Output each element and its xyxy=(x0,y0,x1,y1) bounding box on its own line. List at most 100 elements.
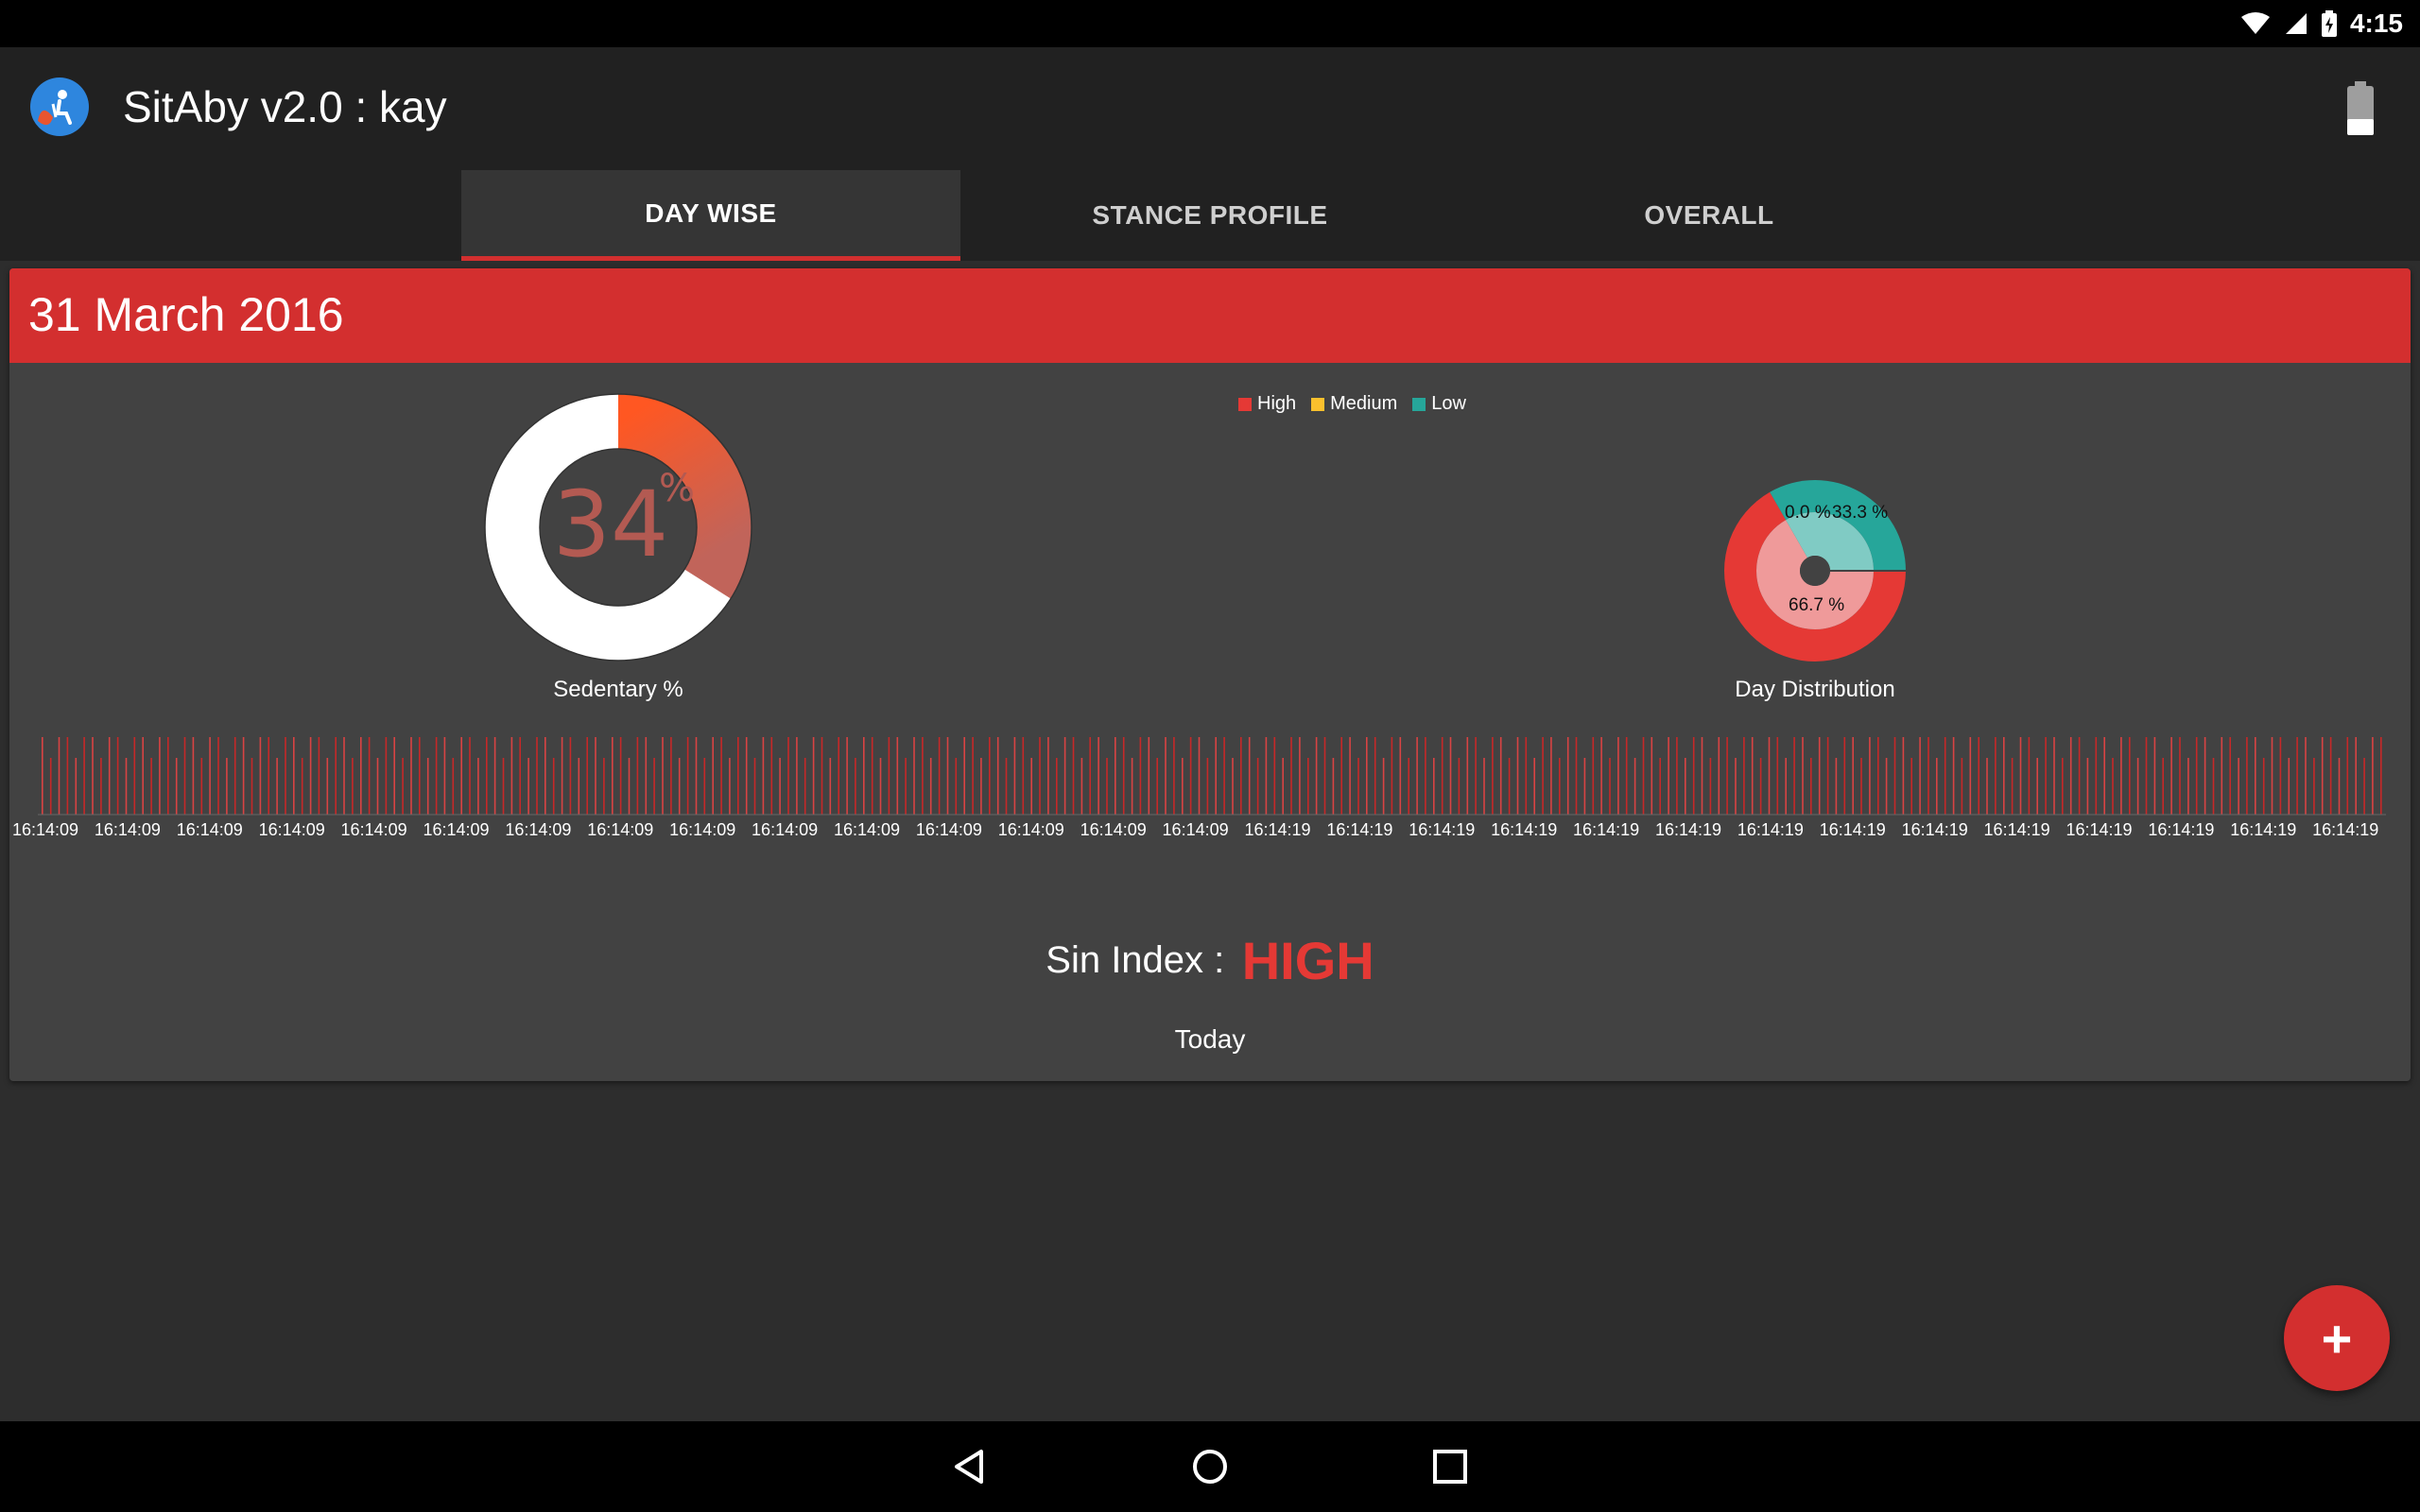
timeline-bar xyxy=(477,758,479,815)
timeline-bar xyxy=(443,737,446,815)
timeline-bar xyxy=(83,737,85,815)
tab-day-wise[interactable]: DAY WISE xyxy=(461,170,960,261)
timeline-bar xyxy=(276,758,278,815)
timeline-bar xyxy=(75,758,78,815)
timeline-bar xyxy=(2179,737,2181,815)
sedentary-gauge: 34 % xyxy=(484,393,752,662)
timeline-bar xyxy=(2078,737,2081,815)
timeline-bar xyxy=(1416,737,1418,815)
sitaby-logo-icon xyxy=(30,77,89,136)
home-icon[interactable] xyxy=(1185,1442,1235,1491)
timeline-bar xyxy=(612,737,614,815)
timeline-bar xyxy=(1139,737,1142,815)
pie-label-low: 33.3 % xyxy=(1832,503,1888,523)
timeline-bar xyxy=(1559,758,1561,815)
timeline-bar xyxy=(2262,758,2265,815)
timeline-bar xyxy=(1080,758,1083,815)
timeline-bar xyxy=(737,737,739,815)
timeline-bar xyxy=(251,758,253,815)
timeline-bar xyxy=(1215,737,1217,815)
timeline-bar xyxy=(938,737,941,815)
timeline-bar xyxy=(1533,758,1535,815)
timeline-bar xyxy=(1063,737,1066,815)
timeline-bar xyxy=(1759,758,1762,815)
timeline-bar xyxy=(1115,737,1116,815)
timeline-bar xyxy=(2288,758,2290,815)
timeline-bar xyxy=(209,737,211,815)
timeline-bar xyxy=(762,737,765,815)
sin-index: Sin Index : HIGH xyxy=(9,930,2411,991)
timeline-bar xyxy=(376,758,379,815)
timeline-bar xyxy=(1240,737,1242,815)
timeline-tick-label: 16:14:09 xyxy=(505,820,571,839)
timeline-bar xyxy=(1776,737,1779,815)
timeline-bar xyxy=(1802,737,1804,815)
timeline-bar xyxy=(1256,758,1259,815)
timeline-bar xyxy=(150,758,152,815)
timeline-bar xyxy=(2329,737,2332,815)
timeline-bar xyxy=(1735,758,1737,815)
timeline-bar xyxy=(285,737,286,815)
timeline-bar xyxy=(645,737,648,815)
timeline-bar xyxy=(301,758,303,815)
timeline-bar xyxy=(1927,737,1929,815)
timeline-bar xyxy=(1961,758,1963,815)
timeline-bar xyxy=(1182,758,1184,815)
timeline-bar xyxy=(116,737,119,815)
battery-icon[interactable] xyxy=(2346,81,2375,136)
timeline-bar xyxy=(159,737,161,815)
add-button[interactable]: + xyxy=(2284,1285,2390,1391)
timeline-bar xyxy=(192,737,195,815)
timeline-bar xyxy=(2271,737,2273,815)
timeline-bar xyxy=(1273,737,1276,815)
timeline-bar xyxy=(2246,737,2248,815)
timeline-bar xyxy=(829,758,832,815)
timeline-bar xyxy=(821,737,823,815)
back-icon[interactable] xyxy=(945,1442,994,1491)
timeline-bar xyxy=(293,737,295,815)
timeline-bar xyxy=(2036,758,2038,815)
timeline-tick-label: 16:14:09 xyxy=(916,820,982,839)
distribution-legend: High Medium Low xyxy=(1238,393,1466,415)
timeline-bar xyxy=(871,737,873,815)
timeline-bar xyxy=(493,737,496,815)
timeline-bar xyxy=(2229,737,2231,815)
timeline-bar xyxy=(996,737,999,815)
timeline-tick-label: 16:14:09 xyxy=(998,820,1064,839)
timeline-bar xyxy=(536,737,538,815)
timeline-bar xyxy=(1122,737,1125,815)
timeline-bar xyxy=(183,737,186,815)
timeline-bar xyxy=(1349,737,1351,815)
timeline-bar xyxy=(1969,737,1972,815)
timeline-bar xyxy=(1198,737,1201,815)
timeline-bar xyxy=(49,758,52,815)
timeline-bar xyxy=(1525,737,1528,815)
tab-overall[interactable]: OVERALL xyxy=(1460,170,1959,261)
timeline-bar xyxy=(1156,758,1158,815)
timeline-bar xyxy=(2145,737,2148,815)
timeline-bar xyxy=(1265,737,1268,815)
timeline-bar xyxy=(1600,737,1602,815)
status-icons: 4:15 xyxy=(2240,6,2403,42)
timeline-bar xyxy=(1852,737,1854,815)
legend-swatch-low xyxy=(1412,397,1426,411)
tab-stance-profile[interactable]: STANCE PROFILE xyxy=(960,170,1460,261)
timeline-tick-label: 16:14:19 xyxy=(1820,820,1886,839)
recents-icon[interactable] xyxy=(1426,1442,1475,1491)
timeline-bar xyxy=(1785,758,1787,815)
timeline-tick-label: 16:14:19 xyxy=(1491,820,1557,839)
legend-swatch-high xyxy=(1238,397,1252,411)
timeline-bar xyxy=(175,758,178,815)
timeline-bar xyxy=(1877,737,1879,815)
timeline-bar xyxy=(745,737,748,815)
timeline-tick-label: 16:14:19 xyxy=(2066,820,2132,839)
timeline-bar xyxy=(435,737,438,815)
timeline-tick-label: 16:14:19 xyxy=(1409,820,1475,839)
timeline-bar xyxy=(1013,737,1016,815)
timeline-bar xyxy=(569,737,572,815)
timeline-bar xyxy=(929,758,932,815)
timeline-bar xyxy=(1685,758,1686,815)
timeline-bar xyxy=(486,737,488,815)
timeline-bar xyxy=(636,737,639,815)
distribution-pie: 66.7 % 0.0 % 33.3 % xyxy=(1724,480,1906,662)
